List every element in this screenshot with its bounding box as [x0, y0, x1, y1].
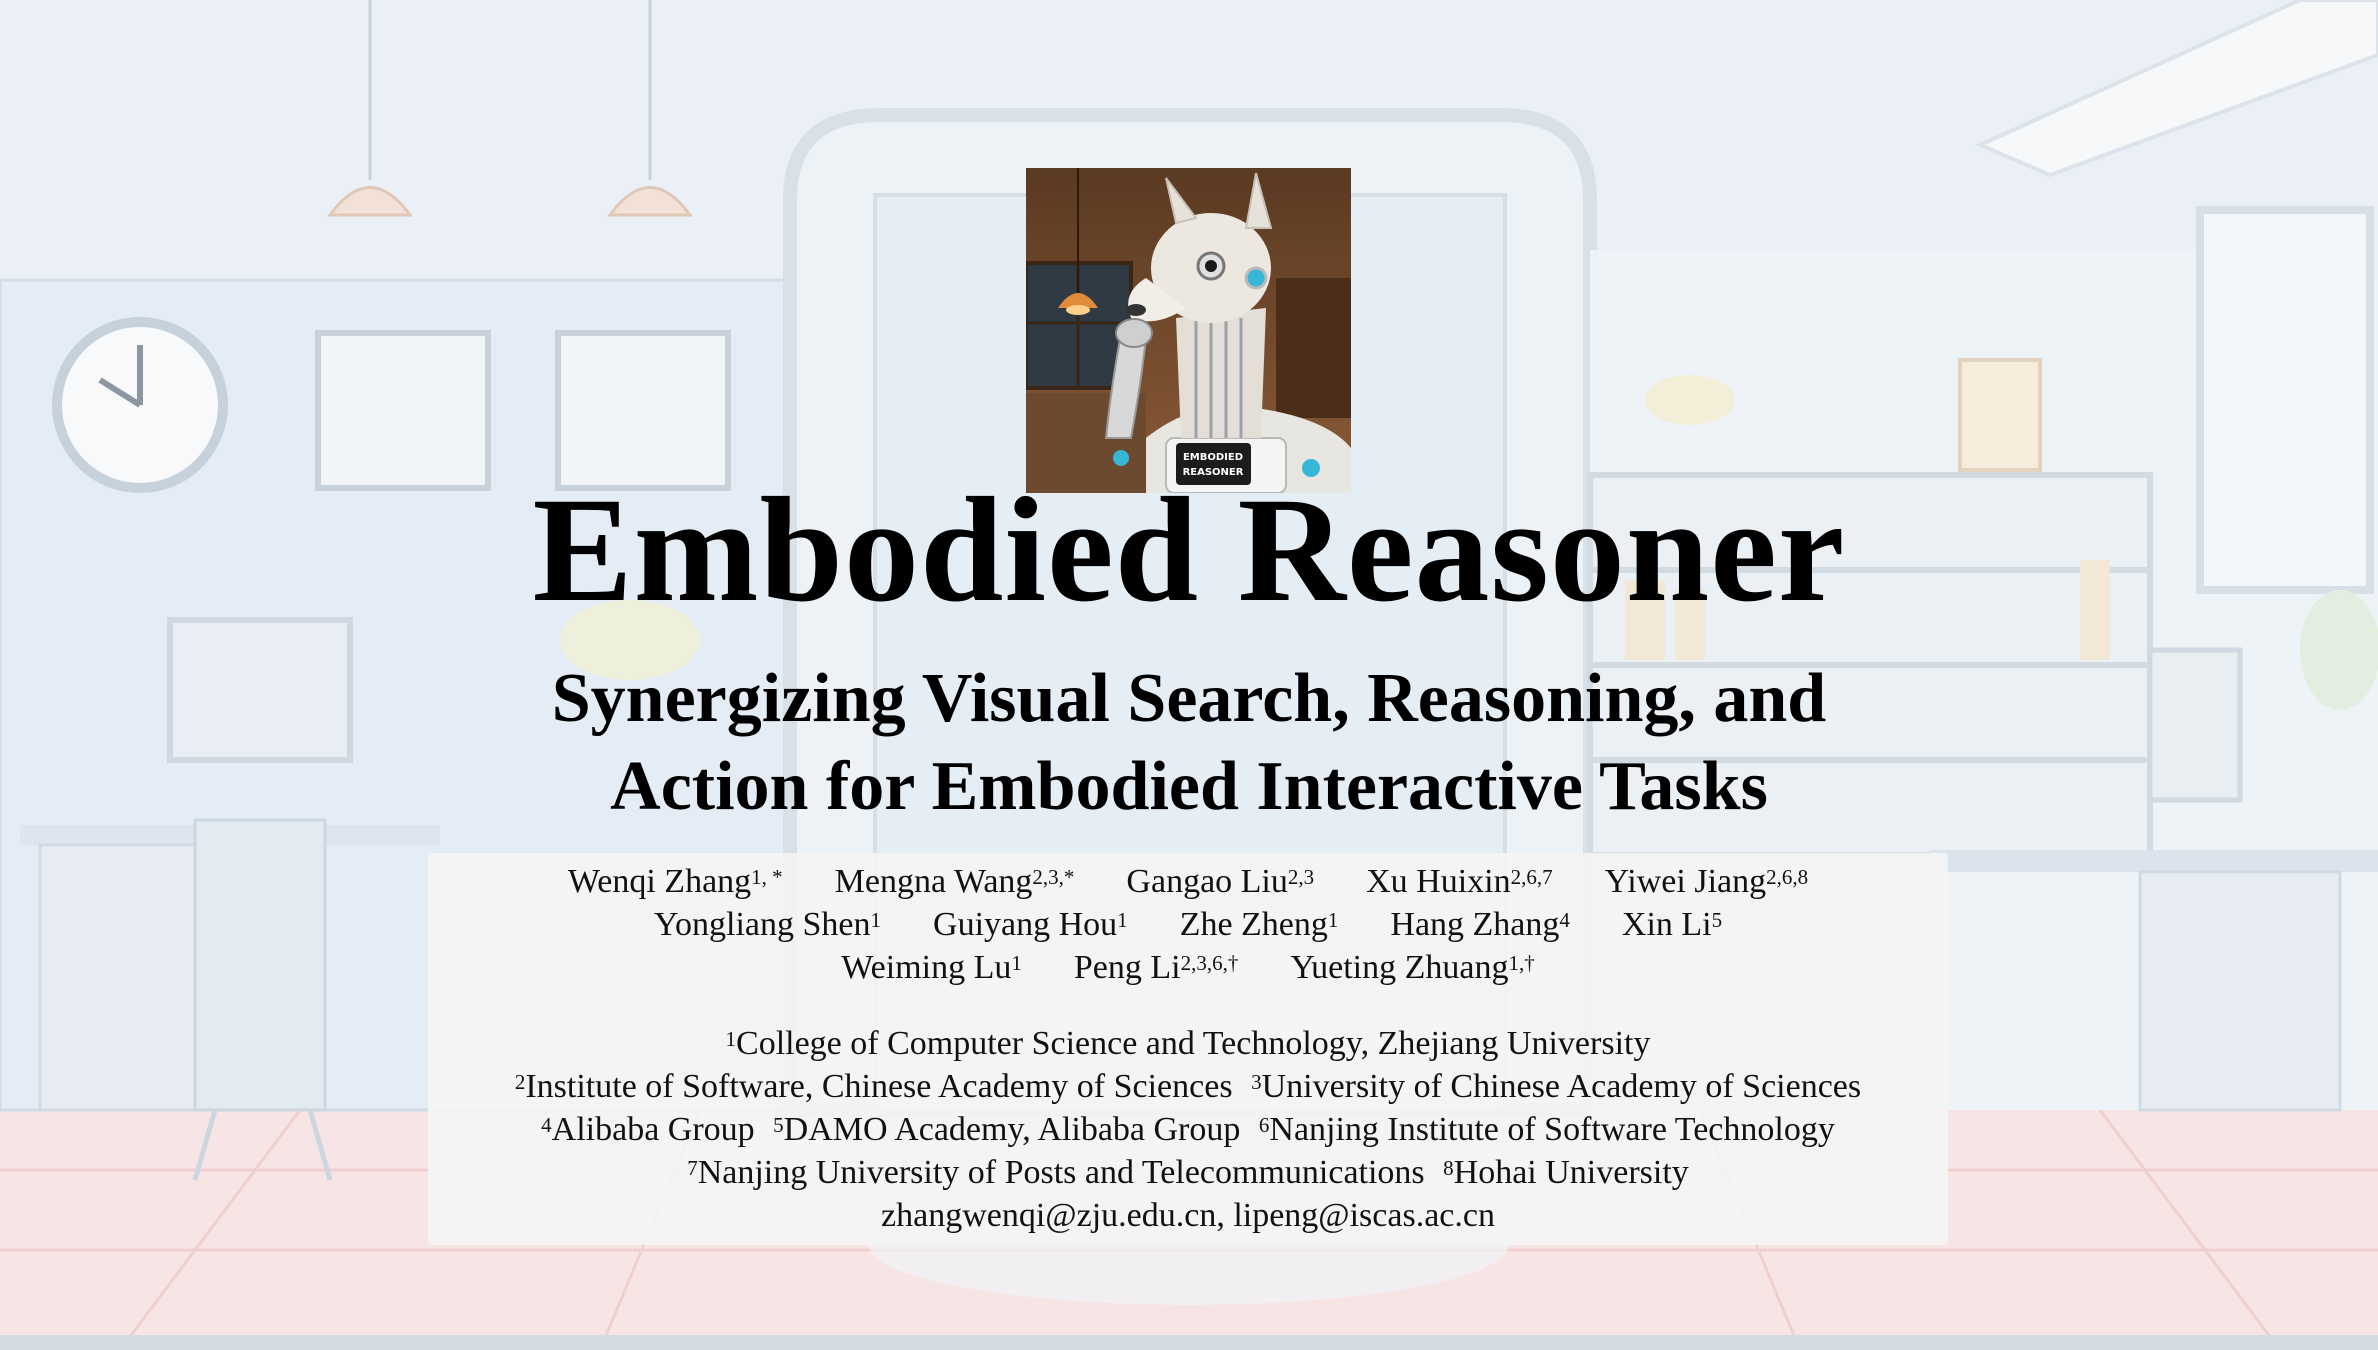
affiliation: 4Alibaba Group — [541, 1111, 755, 1148]
author: Wenqi Zhang1, * — [567, 863, 783, 900]
author: Xin Li5 — [1621, 906, 1723, 943]
author-row: Wenqi Zhang1, * Mengna Wang2,3,* Gangao Li… — [428, 860, 1948, 903]
affiliation: 8Hohai University — [1443, 1154, 1689, 1191]
author: Weiming Lu1 — [841, 949, 1022, 986]
author: Gangao Liu2,3 — [1126, 863, 1315, 900]
author: Mengna Wang2,3,* — [834, 863, 1075, 900]
affiliation-row: 2Institute of Software, Chinese Academy … — [428, 1065, 1948, 1108]
author-row: Weiming Lu1 Peng Li2,3,6,† Yueting Zhuang1… — [428, 946, 1948, 989]
affiliation: 6Nanjing Institute of Software Technolog… — [1258, 1111, 1835, 1148]
author-list: Wenqi Zhang1, * Mengna Wang2,3,* Gangao Li… — [428, 860, 1948, 989]
logo-image: EMBODIED REASONER — [1026, 168, 1351, 493]
author: Yongliang Shen1 — [653, 906, 882, 943]
author: Hang Zhang4 — [1390, 906, 1570, 943]
logo-badge-line1: EMBODIED — [1183, 452, 1243, 463]
affiliation-row: 1College of Computer Science and Technol… — [428, 1022, 1948, 1065]
subtitle-line: Action for Embodied Interactive Tasks — [610, 748, 1768, 825]
author: Peng Li2,3,6,† — [1073, 949, 1239, 986]
author: Yueting Zhuang1,† — [1290, 949, 1535, 986]
author-row: Yongliang Shen1 Guiyang Hou1 Zhe Zheng1 Han… — [428, 903, 1948, 946]
affiliation: 7Nanjing University of Posts and Telecom… — [687, 1154, 1425, 1191]
affiliation: 3University of Chinese Academy of Scienc… — [1251, 1068, 1862, 1105]
affiliation: 2Institute of Software, Chinese Academy … — [514, 1068, 1233, 1105]
affiliation: 5DAMO Academy, Alibaba Group — [773, 1111, 1241, 1148]
author: Guiyang Hou1 — [933, 906, 1128, 943]
contact-emails[interactable]: zhangwenqi@zju.edu.cn, lipeng@iscas.ac.c… — [428, 1194, 1948, 1237]
author: Xu Huixin2,6,7 — [1366, 863, 1553, 900]
affiliation: 1College of Computer Science and Technol… — [725, 1025, 1651, 1062]
page-title: Embodied Reasoner — [532, 467, 1846, 633]
affiliation-row: 7Nanjing University of Posts and Telecom… — [428, 1151, 1948, 1194]
page-subtitle: Synergizing Visual Search, Reasoning, an… — [0, 655, 2378, 831]
author: Yiwei Jiang2,6,8 — [1604, 863, 1809, 900]
author: Zhe Zheng1 — [1179, 906, 1339, 943]
subtitle-line: Synergizing Visual Search, Reasoning, an… — [551, 660, 1827, 737]
affiliation-list: 1College of Computer Science and Technol… — [428, 1022, 1948, 1237]
affiliation-row: 4Alibaba Group 5DAMO Academy, Alibaba Gr… — [428, 1108, 1948, 1151]
